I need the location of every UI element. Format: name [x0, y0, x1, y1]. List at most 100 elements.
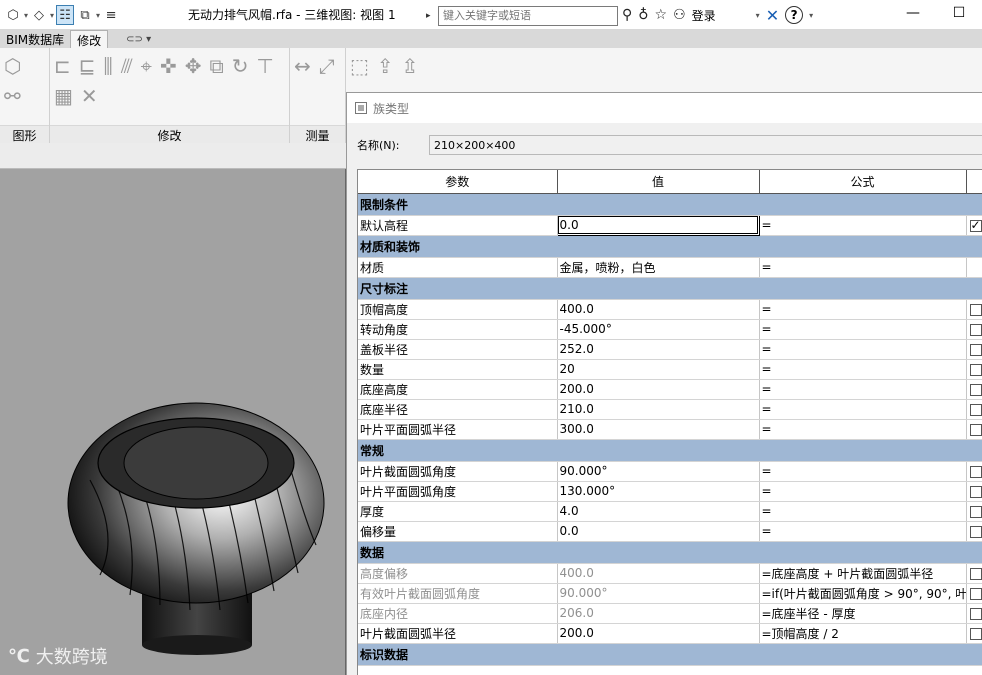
- minimize-button[interactable]: —: [890, 0, 936, 26]
- ribbon-minimize-toggle[interactable]: ⊂⊃ ▾: [126, 30, 151, 48]
- lock-checkbox[interactable]: [969, 465, 982, 478]
- parameter-group-label[interactable]: 数据: [358, 541, 982, 564]
- dimension-icon[interactable]: ⤢: [319, 54, 335, 78]
- pin-icon[interactable]: ✜: [160, 54, 177, 78]
- parameter-value[interactable]: 210.0: [557, 399, 760, 420]
- parameter-value[interactable]: 4.0: [557, 501, 760, 522]
- column-header-value[interactable]: 值: [557, 170, 760, 194]
- rotate-icon[interactable]: ↻: [232, 54, 249, 78]
- parameter-name[interactable]: 偏移量: [358, 521, 558, 542]
- parameter-formula[interactable]: =: [759, 481, 967, 502]
- subscription-icon[interactable]: ♁: [638, 7, 648, 23]
- parameter-name[interactable]: 默认高程: [358, 215, 558, 236]
- parameter-value[interactable]: 90.000°: [557, 583, 760, 604]
- parameter-value[interactable]: 0.0: [556, 214, 760, 236]
- mirror-axis-icon[interactable]: ⫼: [104, 54, 113, 78]
- parameter-name[interactable]: 底座高度: [358, 379, 558, 400]
- parameter-name[interactable]: 高度偏移: [358, 563, 558, 584]
- lock-checkbox[interactable]: [969, 525, 982, 538]
- parameter-value[interactable]: 130.000°: [557, 481, 760, 502]
- maximize-button[interactable]: ☐: [936, 0, 982, 26]
- parameter-formula[interactable]: =: [759, 501, 967, 522]
- parameter-value[interactable]: 400.0: [557, 299, 760, 320]
- lock-checkbox[interactable]: [969, 607, 982, 620]
- lock-checkbox[interactable]: [969, 505, 982, 518]
- column-header-formula[interactable]: 公式: [759, 170, 967, 194]
- parameter-value[interactable]: 400.0: [557, 563, 760, 584]
- parameter-formula[interactable]: =: [759, 419, 967, 440]
- parameter-formula[interactable]: =: [759, 359, 967, 380]
- mirror-draw-icon[interactable]: ⫻: [121, 54, 133, 78]
- app-icon[interactable]: ⬡: [4, 5, 22, 25]
- tab-bim-database[interactable]: BIM数据库: [0, 30, 70, 48]
- load-close-icon[interactable]: ⇫: [402, 54, 419, 78]
- parameter-value[interactable]: 206.0: [557, 603, 760, 624]
- ventilator-model[interactable]: [60, 275, 330, 655]
- parameter-formula[interactable]: =底座高度 + 叶片截面圆弧半径: [759, 563, 967, 584]
- parameter-name[interactable]: 底座半径: [358, 399, 558, 420]
- link-icon[interactable]: ⚯: [4, 84, 21, 108]
- binoculars-icon[interactable]: ⚲: [622, 7, 632, 23]
- move-icon[interactable]: ✥: [185, 54, 202, 78]
- lock-checkbox[interactable]: [969, 383, 982, 396]
- parameter-name[interactable]: 顶帽高度: [358, 299, 558, 320]
- parameter-value[interactable]: 252.0: [557, 339, 760, 360]
- exchange-icon[interactable]: ✕: [766, 6, 779, 25]
- lock-checkbox[interactable]: [969, 485, 982, 498]
- chevron-down-icon[interactable]: ▾: [756, 11, 760, 20]
- user-icon[interactable]: ⚇: [673, 7, 686, 23]
- 3d-viewport[interactable]: ℃ 大数跨境: [0, 143, 346, 675]
- parameter-value[interactable]: 90.000°: [557, 461, 760, 482]
- lock-checkbox[interactable]: [969, 218, 982, 232]
- parameter-value[interactable]: 200.0: [557, 379, 760, 400]
- create-icon[interactable]: ⬚: [350, 54, 369, 78]
- lock-checkbox[interactable]: [969, 363, 982, 376]
- parameter-name[interactable]: 叶片平面圆弧半径: [358, 419, 558, 440]
- parameter-formula[interactable]: =底座半径 - 厚度: [759, 603, 967, 624]
- lock-checkbox[interactable]: [969, 587, 982, 600]
- chevron-down-icon[interactable]: ▾: [24, 11, 28, 20]
- login-button[interactable]: 登录: [692, 7, 716, 24]
- parameter-name[interactable]: 叶片平面圆弧角度: [358, 481, 558, 502]
- parameter-group-label[interactable]: 限制条件: [358, 193, 982, 216]
- customize-icon[interactable]: ≡: [102, 5, 120, 25]
- lock-checkbox[interactable]: [969, 403, 982, 416]
- parameter-value[interactable]: 300.0: [557, 419, 760, 440]
- load-icon[interactable]: ⇪: [377, 54, 394, 78]
- parameter-formula[interactable]: =: [759, 399, 967, 420]
- copy-icon[interactable]: ⧉: [209, 54, 223, 78]
- parameter-formula[interactable]: =: [759, 379, 967, 400]
- parameter-name[interactable]: 转动角度: [358, 319, 558, 340]
- parameter-name[interactable]: 数量: [358, 359, 558, 380]
- parameter-formula[interactable]: =: [759, 299, 967, 320]
- parameter-formula[interactable]: =: [759, 319, 967, 340]
- search-input[interactable]: [438, 5, 618, 26]
- chevron-down-icon[interactable]: ▾: [809, 11, 813, 20]
- lock-checkbox[interactable]: [969, 423, 982, 436]
- parameter-group-label[interactable]: 材质和装饰: [358, 235, 982, 258]
- lock-checkbox[interactable]: [969, 343, 982, 356]
- parameter-name[interactable]: 盖板半径: [358, 339, 558, 360]
- parameter-name[interactable]: 底座内径: [358, 603, 558, 624]
- align-icon[interactable]: ⊏: [54, 54, 71, 78]
- tab-modify[interactable]: 修改: [70, 30, 109, 48]
- parameter-value[interactable]: -45.000°: [557, 319, 760, 340]
- type-name-select[interactable]: 210×200×400: [429, 135, 982, 155]
- sync-icon[interactable]: ⧉: [76, 5, 94, 25]
- parameter-value[interactable]: 20: [557, 359, 760, 380]
- parameter-formula[interactable]: =if(叶片截面圆弧角度 > 90°, 90°, 叶: [759, 583, 967, 604]
- undo-icon[interactable]: ◇: [30, 5, 48, 25]
- parameter-formula[interactable]: =: [759, 339, 967, 360]
- measure-icon[interactable]: ↔: [294, 54, 311, 78]
- parameter-formula[interactable]: =: [759, 215, 967, 236]
- toggle-icon[interactable]: ☷: [56, 5, 75, 25]
- lock-checkbox[interactable]: [969, 323, 982, 336]
- split-icon[interactable]: ⌖: [141, 54, 152, 78]
- lock-checkbox[interactable]: [969, 627, 982, 640]
- view-icon[interactable]: ⬡: [4, 54, 21, 78]
- star-icon[interactable]: ☆: [655, 7, 668, 23]
- offset-icon[interactable]: ⊑: [79, 54, 96, 78]
- expand-arrow-icon[interactable]: ▸: [426, 11, 438, 21]
- parameter-formula[interactable]: =顶帽高度 / 2: [759, 623, 967, 644]
- array-icon[interactable]: ▦: [54, 84, 73, 108]
